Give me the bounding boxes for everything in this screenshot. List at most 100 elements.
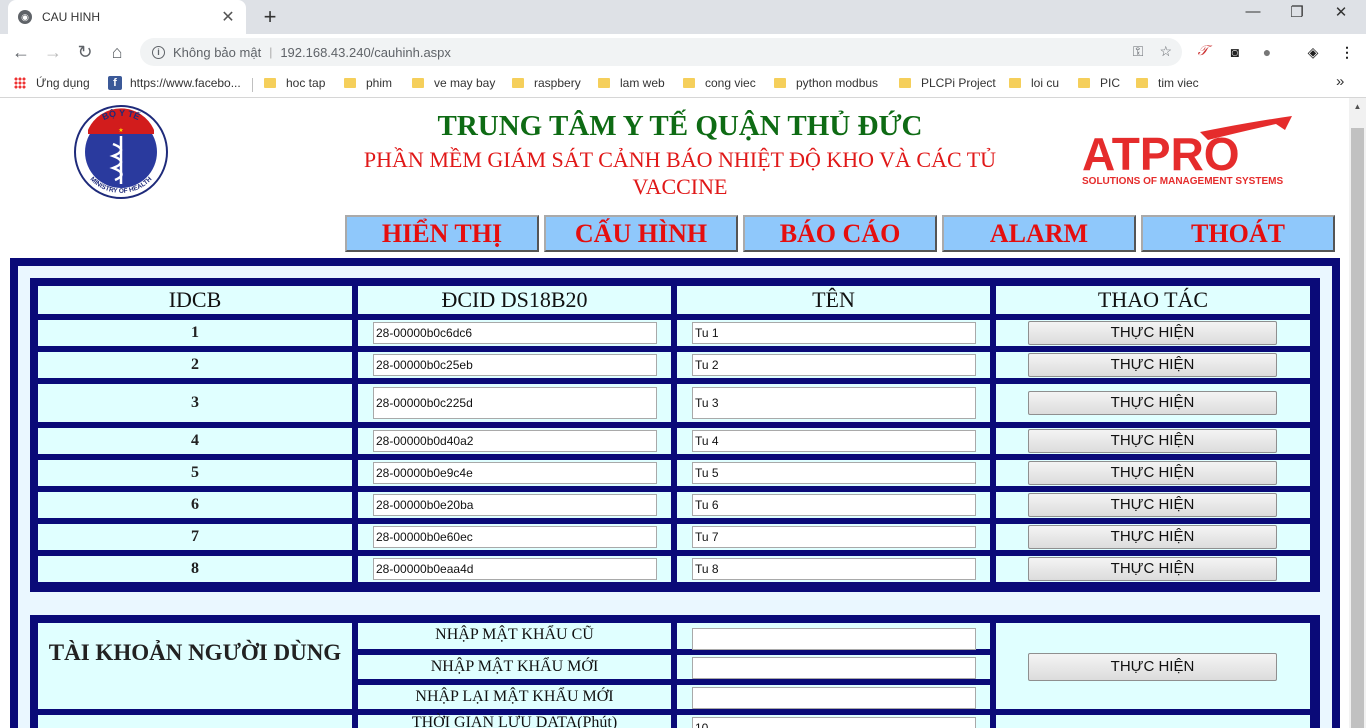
row-2-dcid-input[interactable]: 28-00000b0c25eb [373, 354, 657, 376]
row-6-id: 6 [36, 490, 354, 520]
page-scrollbar[interactable]: ▲ [1349, 98, 1366, 728]
row-7-name-input[interactable]: Tu 7 [692, 526, 976, 548]
bookmark-folder-hoc-tap[interactable]: hoc tap [264, 76, 325, 90]
bookmark-label: phim [366, 76, 393, 90]
bookmark-label: PIC [1100, 76, 1121, 90]
window-close-icon[interactable]: ✕ [1318, 3, 1364, 21]
bookmark-facebook[interactable]: f https://www.facebo... [108, 76, 241, 90]
menu-thoat-button[interactable]: THOÁT [1141, 215, 1335, 252]
row-5-name-input[interactable]: Tu 5 [692, 462, 976, 484]
bookmark-folder-loi-cu[interactable]: loi cu [1009, 76, 1059, 90]
bookmarks-overflow-icon[interactable]: » [1336, 73, 1344, 90]
address-bar[interactable]: i Không bảo mật | 192.168.43.240/cauhinh… [140, 38, 1182, 66]
star-icon[interactable]: ☆ [1159, 43, 1172, 60]
confirm-password-label: NHẬP LẠI MẬT KHẨU MỚI [356, 683, 673, 711]
row-4-action-button[interactable]: THỰC HIỆN [1028, 429, 1277, 453]
row-6-dcid-input[interactable]: 28-00000b0e20ba [373, 494, 657, 516]
scroll-up-icon[interactable]: ▲ [1349, 98, 1366, 115]
extension-incognito-icon[interactable]: ◙ [1226, 43, 1244, 61]
folder-icon [1136, 78, 1148, 88]
extension-circle-icon[interactable]: ● [1258, 43, 1276, 61]
page-title: TRUNG TÂM Y TẾ QUẬN THỦ ĐỨC [437, 110, 923, 142]
row-1-name-input[interactable]: Tu 1 [692, 322, 976, 344]
bookmark-folder-cong-viec[interactable]: cong viec [683, 76, 756, 90]
bookmark-folder-plcpi-project[interactable]: PLCPi Project [899, 76, 996, 90]
bookmarks-bar: Ứng dụng f https://www.facebo... hoc tap… [0, 70, 1366, 98]
apps-icon [14, 77, 26, 89]
save-interval-input[interactable]: 10 [692, 717, 976, 728]
row-4-name-input[interactable]: Tu 4 [692, 430, 976, 452]
bookmark-label: hoc tap [286, 76, 326, 90]
interval-empty-cell [36, 713, 354, 728]
url-text[interactable]: 192.168.43.240/cauhinh.aspx [280, 45, 451, 60]
row-7-action-button[interactable]: THỰC HIỆN [1028, 525, 1277, 549]
bookmark-folder-tim-viec[interactable]: tim viec [1136, 76, 1199, 90]
save-interval-label: THỜI GIAN LƯU DATA(Phút) [356, 713, 673, 728]
bookmark-divider [252, 78, 253, 92]
account-table: TÀI KHOẢN NGƯỜI DÙNG NHẬP MẬT KHẨU CŨ NH… [30, 615, 1320, 728]
row-7-dcid-input[interactable]: 28-00000b0e60ec [373, 526, 657, 548]
bookmark-folder-lam-web[interactable]: lam web [598, 76, 665, 90]
account-title: TÀI KHOẢN NGƯỜI DÙNG [36, 621, 354, 711]
row-3-action-button[interactable]: THỰC HIỆN [1028, 391, 1277, 415]
subtitle-line-2: VACCINE [632, 174, 728, 199]
browser-toolbar: ← → ↻ ⌂ i Không bảo mật | 192.168.43.240… [0, 34, 1366, 70]
folder-icon [512, 78, 524, 88]
row-1-action-button[interactable]: THỰC HIỆN [1028, 321, 1277, 345]
row-4-id: 4 [36, 426, 354, 456]
row-5-id: 5 [36, 458, 354, 488]
confirm-password-input[interactable] [692, 687, 976, 709]
bookmark-folder-pic[interactable]: PIC [1078, 76, 1120, 90]
menu-hien-thi-button[interactable]: HIỂN THỊ [345, 215, 539, 252]
maximize-icon[interactable]: ❐ [1274, 3, 1320, 21]
profile-icon[interactable]: ◈ [1304, 43, 1322, 61]
menu-cau-hinh-button[interactable]: CẤU HÌNH [544, 215, 738, 252]
new-tab-icon[interactable]: + [258, 4, 282, 30]
old-password-input[interactable] [692, 628, 976, 650]
change-password-button[interactable]: THỰC HIỆN [1028, 653, 1277, 681]
atpro-logo: ATPRO SOLUTIONS OF MANAGEMENT SYSTEMS [1082, 116, 1292, 187]
header-idcb: IDCB [36, 284, 354, 316]
menu-alarm-button[interactable]: ALARM [942, 215, 1136, 252]
row-8-name-input[interactable]: Tu 8 [692, 558, 976, 580]
bookmark-folder-ve-may-bay[interactable]: ve may bay [412, 76, 495, 90]
row-5-action-button[interactable]: THỰC HIỆN [1028, 461, 1277, 485]
row-6-action-button[interactable]: THỰC HIỆN [1028, 493, 1277, 517]
minimize-icon[interactable]: — [1230, 3, 1276, 20]
row-5-dcid-input[interactable]: 28-00000b0e9c4e [373, 462, 657, 484]
bookmark-folder-phim[interactable]: phim [344, 76, 392, 90]
scrollbar-thumb[interactable] [1351, 128, 1364, 728]
facebook-icon: f [108, 76, 122, 90]
info-icon[interactable]: i [152, 45, 165, 59]
browser-tab[interactable]: ◉ CAU HINH ✕ [8, 0, 246, 34]
forward-icon[interactable]: → [40, 40, 66, 64]
bookmark-label: Ứng dụng [36, 76, 90, 90]
reload-icon[interactable]: ↻ [72, 40, 98, 64]
row-2-name-input[interactable]: Tu 2 [692, 354, 976, 376]
extension-translate-icon[interactable]: 𝒯 [1194, 43, 1212, 61]
menu-bao-cao-button[interactable]: BÁO CÁO [743, 215, 937, 252]
back-icon[interactable]: ← [8, 40, 34, 64]
row-2-action-button[interactable]: THỰC HIỆN [1028, 353, 1277, 377]
row-4-dcid-input[interactable]: 28-00000b0d40a2 [373, 430, 657, 452]
atpro-tagline: SOLUTIONS OF MANAGEMENT SYSTEMS [1082, 176, 1283, 187]
home-icon[interactable]: ⌂ [104, 40, 130, 64]
new-password-input[interactable] [692, 657, 976, 679]
bookmark-folder-python-modbus[interactable]: python modbus [774, 76, 878, 90]
row-8-action-button[interactable]: THỰC HIỆN [1028, 557, 1277, 581]
bookmark-folder-raspbery[interactable]: raspbery [512, 76, 581, 90]
row-8-dcid-input[interactable]: 28-00000b0eaa4d [373, 558, 657, 580]
folder-icon [344, 78, 356, 88]
moh-logo-top-text: BỘ Y TẾ [101, 107, 142, 122]
row-1-dcid-input[interactable]: 28-00000b0c6dc6 [373, 322, 657, 344]
tab-close-icon[interactable]: ✕ [220, 7, 236, 27]
bookmark-apps[interactable]: Ứng dụng [14, 76, 90, 90]
row-3-dcid-input[interactable]: 28-00000b0c225d [373, 387, 657, 419]
bookmark-label: lam web [620, 76, 665, 90]
header-ten: TÊN [675, 284, 992, 316]
row-3-name-input[interactable]: Tu 3 [692, 387, 976, 419]
omnibox-icons: ⚿ ☆ [1133, 43, 1172, 60]
key-icon[interactable]: ⚿ [1133, 43, 1144, 60]
menu-kebab-icon[interactable]: ⋮ [1338, 43, 1356, 61]
row-6-name-input[interactable]: Tu 6 [692, 494, 976, 516]
